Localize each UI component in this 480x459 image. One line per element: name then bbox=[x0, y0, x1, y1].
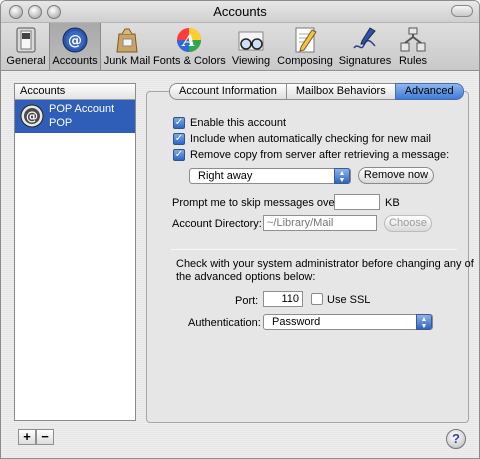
preferences-toolbar: General @ Accounts Junk Mail A Fonts & C… bbox=[1, 23, 479, 71]
toolbar-signatures[interactable]: Signatures bbox=[337, 23, 393, 70]
tab-mailbox-behaviors[interactable]: Mailbox Behaviors bbox=[285, 83, 396, 100]
chevron-up-down-icon: ▲ ▼ bbox=[416, 314, 432, 330]
account-type: POP bbox=[49, 117, 73, 129]
toolbar-label: Composing bbox=[277, 55, 333, 67]
toolbar-toggle-button[interactable] bbox=[451, 5, 473, 17]
toolbar-rules[interactable]: Rules bbox=[396, 23, 430, 70]
use-ssl-checkbox[interactable] bbox=[311, 293, 323, 305]
account-directory-label: Account Directory: bbox=[172, 218, 262, 230]
toolbar-label: Viewing bbox=[231, 55, 271, 67]
chevron-up-down-icon: ▲ ▼ bbox=[334, 168, 350, 184]
remove-when-value: Right away bbox=[198, 170, 253, 182]
admin-note-line-2: the advanced options below: bbox=[176, 271, 316, 283]
toolbar-viewing[interactable]: Viewing bbox=[228, 23, 274, 70]
tab-bar: Account Information Mailbox Behaviors Ad… bbox=[169, 83, 464, 100]
remove-copy-checkbox[interactable]: ✓ bbox=[173, 149, 185, 161]
junk-mail-bag-icon bbox=[116, 28, 138, 53]
prompt-skip-label: Prompt me to skip messages over bbox=[172, 197, 339, 209]
prompt-skip-unit: KB bbox=[385, 197, 400, 209]
toolbar-label: Accounts bbox=[52, 55, 98, 67]
add-account-button[interactable]: + bbox=[18, 429, 36, 445]
preferences-window: Accounts General @ Accounts Junk Mail A … bbox=[0, 0, 480, 459]
toolbar-label: Signatures bbox=[338, 55, 392, 67]
glasses-icon bbox=[238, 31, 264, 51]
toolbar-label: Junk Mail bbox=[103, 55, 151, 67]
toolbar-accounts[interactable]: @ Accounts bbox=[49, 23, 101, 70]
pencil-paper-icon bbox=[295, 27, 317, 53]
remove-when-popup[interactable]: Right away ▲ ▼ bbox=[189, 168, 351, 184]
account-directory-field: ~/Library/Mail bbox=[263, 215, 377, 231]
choose-directory-button[interactable]: Choose bbox=[384, 215, 432, 232]
remove-account-button[interactable]: − bbox=[36, 429, 54, 445]
toolbar-label: General bbox=[6, 55, 46, 67]
accounts-list[interactable]: Accounts @ POP Account POP bbox=[14, 83, 136, 421]
help-button[interactable]: ? bbox=[446, 429, 466, 449]
at-sign-icon: @ bbox=[62, 27, 88, 53]
include-auto-check-label: Include when automatically checking for … bbox=[190, 133, 431, 145]
remove-copy-label: Remove copy from server after retrieving… bbox=[190, 149, 450, 161]
toolbar-label: Fonts & Colors bbox=[153, 55, 226, 67]
use-ssl-label: Use SSL bbox=[327, 294, 371, 306]
enable-account-checkbox[interactable]: ✓ bbox=[173, 117, 185, 129]
account-name: POP Account bbox=[49, 103, 115, 115]
toolbar-fonts-colors[interactable]: A Fonts & Colors bbox=[153, 23, 226, 70]
tab-account-information[interactable]: Account Information bbox=[169, 83, 287, 100]
switch-icon bbox=[16, 27, 36, 53]
authentication-label: Authentication: bbox=[188, 317, 261, 329]
svg-text:A: A bbox=[181, 31, 195, 50]
signature-pen-icon bbox=[353, 27, 376, 49]
port-label: Port: bbox=[235, 295, 259, 307]
authentication-value: Password bbox=[272, 316, 321, 328]
svg-text:@: @ bbox=[26, 110, 38, 124]
toolbar-label: Rules bbox=[398, 55, 428, 67]
enable-account-label: Enable this account bbox=[190, 117, 287, 129]
admin-note-line-1: Check with your system administrator bef… bbox=[176, 258, 474, 270]
include-auto-check-checkbox[interactable]: ✓ bbox=[173, 133, 185, 145]
title-bar[interactable]: Accounts bbox=[1, 1, 479, 23]
tab-advanced[interactable]: Advanced bbox=[394, 83, 464, 100]
list-item[interactable]: @ POP Account POP bbox=[15, 100, 135, 133]
fonts-colors-icon: A bbox=[177, 28, 201, 52]
prompt-skip-size-input[interactable] bbox=[334, 194, 380, 210]
window-title: Accounts bbox=[213, 4, 267, 19]
remove-now-button[interactable]: Remove now bbox=[358, 167, 434, 184]
toolbar-general[interactable]: General bbox=[5, 23, 47, 70]
rules-icon bbox=[400, 27, 426, 52]
separator bbox=[171, 249, 457, 250]
toolbar-composing[interactable]: Composing bbox=[276, 23, 334, 70]
authentication-popup[interactable]: Password ▲ ▼ bbox=[263, 314, 433, 330]
svg-text:@: @ bbox=[68, 33, 82, 49]
pop-account-icon: @ bbox=[20, 104, 44, 128]
toolbar-junk-mail[interactable]: Junk Mail bbox=[102, 23, 152, 70]
port-input[interactable]: 110 bbox=[263, 291, 303, 307]
accounts-list-header: Accounts bbox=[15, 84, 135, 100]
